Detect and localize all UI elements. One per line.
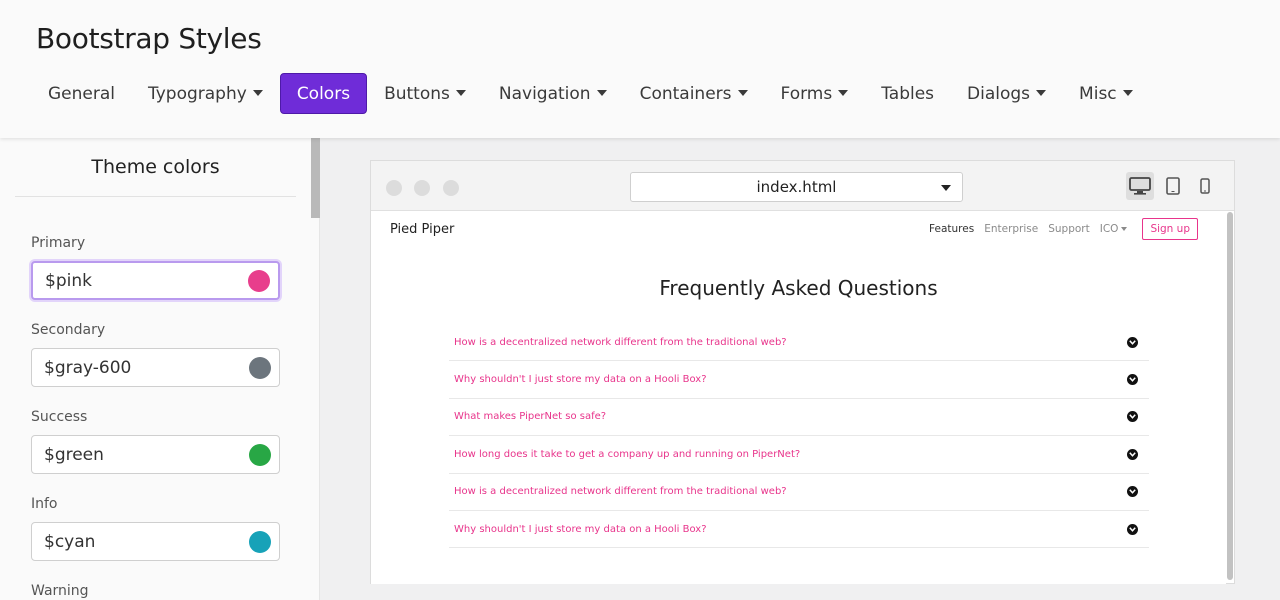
nav-tables[interactable]: Tables — [865, 73, 950, 114]
color-value: $pink — [45, 270, 92, 291]
caret-down-icon — [838, 89, 849, 96]
nav-dialogs[interactable]: Dialogs — [951, 73, 1062, 114]
color-label: Success — [31, 409, 88, 425]
caret-down-icon — [1036, 89, 1047, 96]
page-select-value: index.html — [756, 178, 837, 196]
page-select[interactable]: index.html — [630, 172, 963, 202]
color-swatch[interactable] — [249, 356, 271, 379]
info-color-input[interactable]: $cyan — [31, 522, 280, 561]
site-link-features[interactable]: Features — [929, 223, 974, 235]
color-label: Warning — [31, 583, 89, 599]
faq-heading: Frequently Asked Questions — [659, 276, 938, 300]
caret-down-icon — [596, 89, 607, 96]
color-group-success: Success $green — [31, 407, 280, 474]
browser-toolbar: index.html — [371, 161, 1234, 211]
site-preview: Pied Piper Features Enterprise Support I… — [371, 212, 1226, 584]
caret-down-icon — [1122, 89, 1133, 96]
faq-item[interactable]: What makes PiperNet so safe? — [449, 399, 1149, 437]
faq-question: How long does it take to get a company u… — [454, 448, 801, 460]
window-dot — [414, 180, 430, 196]
color-swatch[interactable] — [249, 530, 271, 553]
app-title: Bootstrap Styles — [36, 22, 262, 55]
window-dot — [443, 180, 459, 196]
chevron-down-icon — [1127, 336, 1138, 348]
faq-list: How is a decentralized network different… — [449, 324, 1149, 549]
app-header: Bootstrap Styles General Typography Colo… — [0, 0, 1280, 138]
color-group-secondary: Secondary $gray-600 — [31, 320, 280, 387]
tablet-icon — [1166, 177, 1180, 195]
theme-colors-sidebar: Theme colors Primary $pink Secondary $gr… — [0, 138, 320, 600]
signup-button[interactable]: Sign up — [1142, 218, 1198, 240]
chevron-down-icon — [1127, 486, 1138, 498]
mobile-icon — [1200, 178, 1210, 194]
color-group-warning: Warning — [31, 581, 280, 600]
preview-scrollbar[interactable] — [1227, 212, 1233, 580]
faq-item[interactable]: Why shouldn't I just store my data on a … — [449, 361, 1149, 399]
sidebar-scrollbar[interactable] — [311, 138, 320, 218]
color-value: $gray-600 — [44, 357, 132, 378]
color-label: Info — [31, 496, 58, 512]
chevron-down-icon — [1127, 523, 1138, 535]
main-nav: General Typography Colors Buttons Naviga… — [32, 73, 1150, 114]
faq-question: Why shouldn't I just store my data on a … — [454, 523, 707, 535]
preview-frame: index.html Pied Piper Features Enterpris… — [370, 160, 1235, 584]
caret-down-icon — [941, 185, 951, 191]
nav-misc[interactable]: Misc — [1063, 73, 1149, 114]
caret-down-icon — [455, 89, 466, 96]
color-label: Secondary — [31, 322, 106, 338]
color-swatch[interactable] — [248, 269, 270, 292]
window-dot — [386, 180, 402, 196]
nav-typography[interactable]: Typography — [132, 73, 279, 114]
site-nav: Features Enterprise Support ICO Sign up — [919, 217, 1198, 241]
color-value: $cyan — [44, 531, 96, 552]
site-link-enterprise[interactable]: Enterprise — [984, 223, 1038, 235]
caret-down-icon — [737, 89, 748, 96]
color-group-info: Info $cyan — [31, 494, 280, 561]
nav-general[interactable]: General — [32, 73, 131, 114]
nav-containers[interactable]: Containers — [624, 73, 764, 114]
nav-colors[interactable]: Colors — [279, 73, 368, 114]
faq-question: How is a decentralized network different… — [454, 486, 787, 498]
divider — [15, 196, 296, 197]
caret-down-icon — [252, 89, 263, 96]
faq-item[interactable]: How is a decentralized network different… — [449, 324, 1149, 362]
color-group-primary: Primary $pink — [31, 233, 280, 300]
nav-navigation[interactable]: Navigation — [483, 73, 623, 114]
secondary-color-input[interactable]: $gray-600 — [31, 348, 280, 387]
site-link-support[interactable]: Support — [1048, 223, 1090, 235]
color-label: Primary — [31, 235, 86, 251]
desktop-view-button[interactable] — [1126, 172, 1154, 200]
faq-item[interactable]: How long does it take to get a company u… — [449, 436, 1149, 474]
faq-question: Why shouldn't I just store my data on a … — [454, 374, 707, 386]
success-color-input[interactable]: $green — [31, 435, 280, 474]
faq-question: How is a decentralized network different… — [454, 336, 787, 348]
site-link-ico[interactable]: ICO — [1100, 223, 1128, 235]
faq-item[interactable]: Why shouldn't I just store my data on a … — [449, 511, 1149, 549]
panel-title: Theme colors — [91, 156, 220, 178]
mobile-view-button[interactable] — [1191, 172, 1219, 200]
primary-color-input[interactable]: $pink — [31, 261, 280, 300]
caret-down-icon — [1121, 227, 1128, 231]
chevron-down-icon — [1127, 411, 1138, 423]
color-value: $green — [44, 444, 104, 465]
faq-question: What makes PiperNet so safe? — [454, 411, 607, 423]
nav-buttons[interactable]: Buttons — [368, 73, 482, 114]
nav-forms[interactable]: Forms — [765, 73, 865, 114]
chevron-down-icon — [1127, 374, 1138, 386]
site-brand[interactable]: Pied Piper — [390, 222, 454, 237]
color-swatch[interactable] — [249, 443, 271, 466]
desktop-icon — [1129, 177, 1151, 195]
tablet-view-button[interactable] — [1159, 172, 1187, 200]
chevron-down-icon — [1127, 448, 1138, 460]
faq-item[interactable]: How is a decentralized network different… — [449, 474, 1149, 511]
